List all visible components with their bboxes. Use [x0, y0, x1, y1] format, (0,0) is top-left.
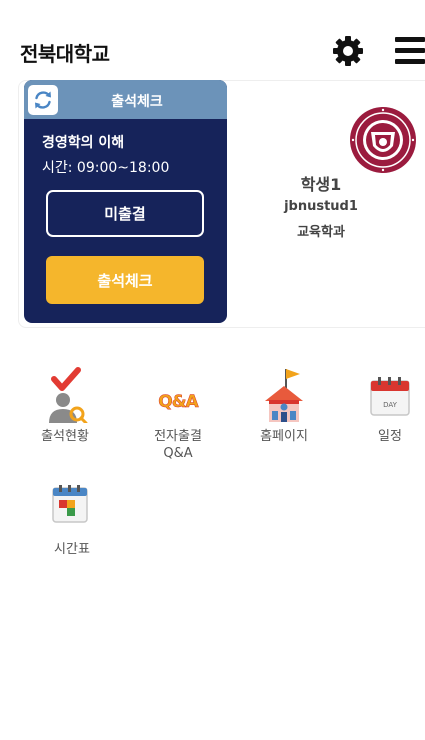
menu-item-homepage[interactable]: 홈페이지	[244, 367, 324, 457]
svg-text:DAY: DAY	[383, 401, 398, 409]
svg-text:Q&A: Q&A	[158, 392, 199, 412]
attendance-card-title: 출석체크	[111, 94, 163, 110]
attendance-check-button[interactable]: 출석체크	[46, 256, 204, 304]
calendar-day-icon: DAY	[365, 367, 415, 423]
menu-item-label: 전자출결 Q&A	[154, 429, 202, 461]
hamburger-menu-icon[interactable]	[393, 37, 425, 65]
course-time: 시간: 09:00~18:00	[42, 160, 170, 176]
menu-item-attendance-status[interactable]: 출석현황	[25, 367, 105, 457]
absent-button[interactable]: 미출결	[46, 190, 204, 237]
menu-item-timetable[interactable]: 시간표	[32, 480, 112, 570]
student-id: jbnustud1	[284, 199, 358, 214]
course-name: 경영학의 이해	[42, 135, 125, 151]
attendance-status-icon	[40, 367, 90, 425]
refresh-icon[interactable]	[28, 85, 58, 115]
timetable-icon	[47, 480, 97, 536]
menu-item-qa[interactable]: Q&A Q&A 전자출결 Q&A	[138, 367, 218, 477]
menu-item-label: 출석현황	[41, 429, 89, 444]
gear-icon[interactable]	[331, 34, 365, 68]
app-title: 전북대학교	[20, 42, 110, 66]
menu-item-label: 시간표	[54, 542, 90, 557]
attendance-card: 출석체크 경영학의 이해 시간: 09:00~18:00 미출결 출석체크	[24, 80, 227, 323]
student-department: 교육학과	[297, 225, 345, 240]
university-seal-icon	[349, 106, 417, 174]
menu-item-schedule[interactable]: DAY 일정	[350, 367, 425, 457]
app-header: 전북대학교	[0, 0, 425, 80]
student-name: 학생1	[300, 175, 342, 194]
qa-icon: Q&A Q&A	[153, 367, 203, 423]
menu-item-label: 홈페이지	[260, 429, 308, 444]
homepage-icon	[259, 367, 309, 423]
menu-item-label: 일정	[378, 429, 402, 444]
